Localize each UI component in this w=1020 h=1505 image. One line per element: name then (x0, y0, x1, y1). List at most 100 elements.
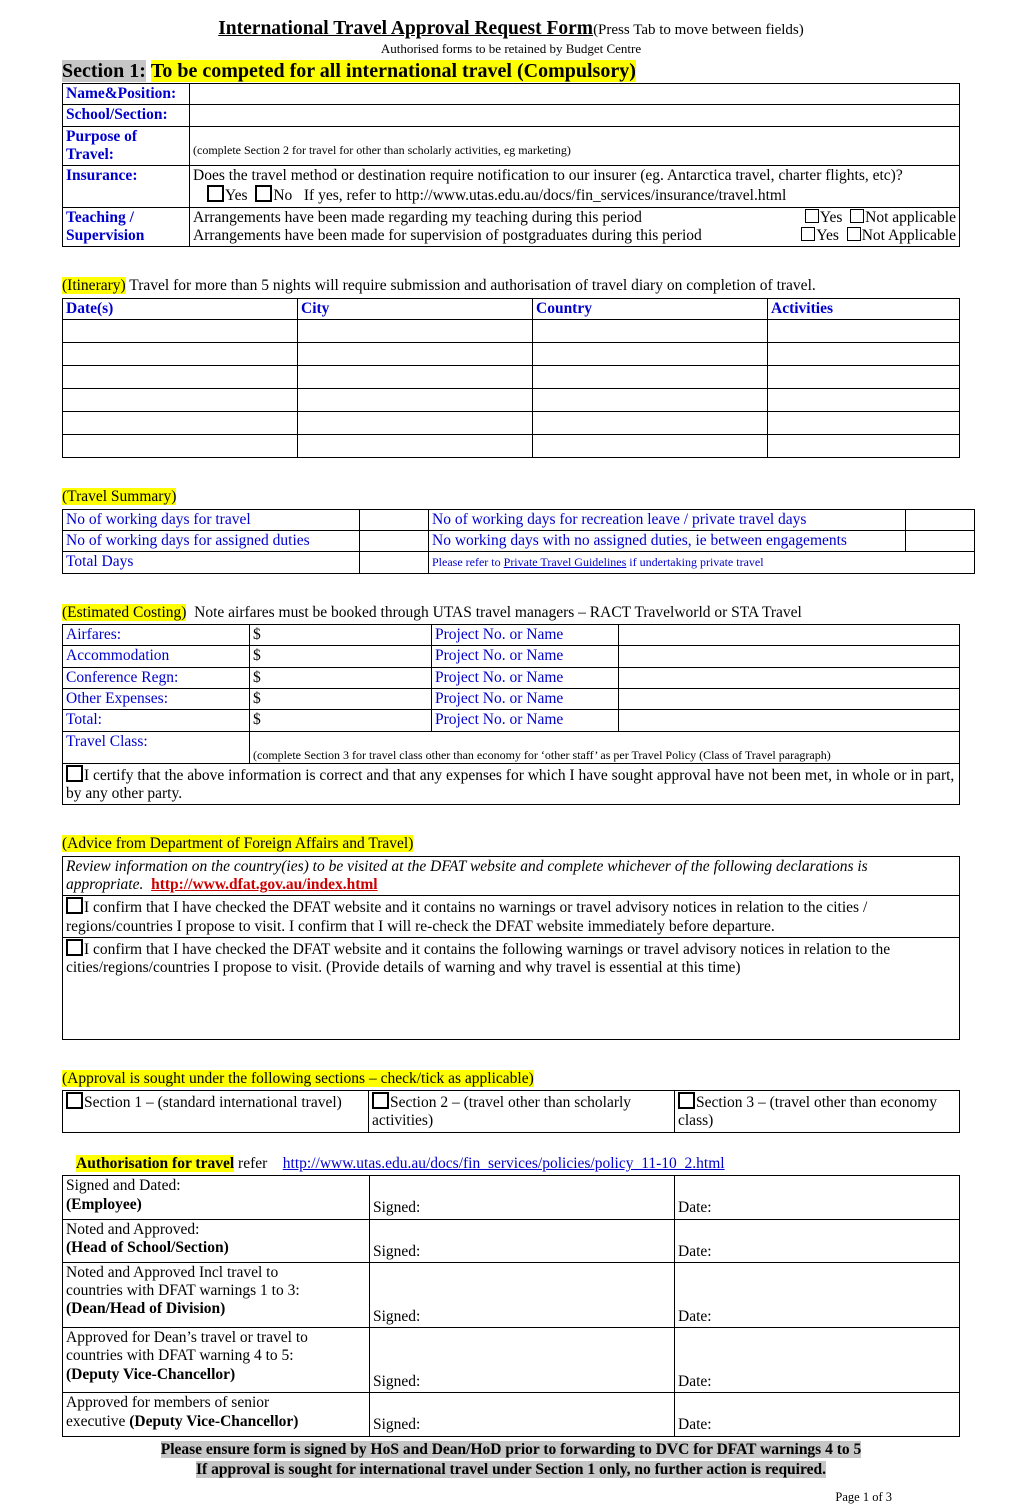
itinerary-cell-activities[interactable] (767, 319, 960, 344)
school-section-field[interactable] (189, 104, 960, 127)
dfat-lead: (Advice from Department of Foreign Affai… (62, 835, 960, 854)
itinerary-cell-country[interactable] (532, 434, 768, 459)
cost-label-other-expenses: Other Expenses: (62, 688, 250, 711)
summary-value-total-days[interactable] (359, 551, 429, 574)
itinerary-cell-country[interactable] (532, 411, 768, 436)
table-row (62, 388, 960, 413)
date-field-dvc-senior-exec[interactable]: Date: (674, 1392, 960, 1437)
itinerary-cell-activities[interactable] (767, 342, 960, 367)
cost-amount-conference-regn[interactable]: $ (249, 666, 432, 690)
cost-amount-accommodation[interactable]: $ (249, 645, 432, 668)
date-field-employee[interactable]: Date: (674, 1175, 960, 1220)
itinerary-cell-date[interactable] (62, 342, 298, 367)
dfat-declaration-2-checkbox[interactable] (66, 939, 83, 957)
itinerary-cell-date[interactable] (62, 319, 298, 344)
cost-project-value-accommodation[interactable] (618, 645, 960, 668)
cost-project-value-other-expenses[interactable] (618, 688, 960, 711)
itinerary-cell-city[interactable] (297, 365, 533, 390)
approval-option-section2[interactable]: Section 2 – (travel other than scholarly… (368, 1090, 675, 1133)
travel-class-input-area[interactable] (253, 733, 956, 748)
supervision-arrangement-row: Arrangements have been made for supervis… (193, 226, 956, 245)
itinerary-cell-country[interactable] (532, 388, 768, 413)
dfat-declaration-2-detail-field[interactable] (66, 978, 956, 1038)
signature-field-dean[interactable]: Signed: (369, 1261, 675, 1329)
itinerary-cell-activities[interactable] (767, 388, 960, 413)
approval-option-section3[interactable]: Section 3 – (travel other than economy c… (674, 1090, 960, 1133)
date-field-dean[interactable]: Date: (674, 1261, 960, 1329)
name-position-field[interactable] (189, 83, 960, 106)
summary-value-assigned-duties[interactable] (359, 530, 429, 553)
insurance-question: Does the travel method or destination re… (193, 167, 903, 185)
purpose-field[interactable]: (complete Section 2 for travel for other… (189, 125, 960, 167)
table-row-teaching-supervision: Teaching / Supervision Arrangements have… (62, 206, 960, 248)
certification-checkbox[interactable] (66, 764, 83, 782)
cost-project-value-total[interactable] (618, 709, 960, 732)
approval-section1-label: Section 1 – (standard international trav… (84, 1094, 342, 1112)
itinerary-cell-country[interactable] (532, 365, 768, 390)
itinerary-cell-date[interactable] (62, 365, 298, 390)
summary-value-travel-days[interactable] (359, 508, 429, 532)
summary-label-no-assigned-duties-text: No working days with no assigned duties,… (432, 532, 847, 550)
summary-note-suffix: if undertaking private travel (626, 555, 764, 570)
itinerary-cell-city[interactable] (297, 342, 533, 367)
itinerary-cell-activities[interactable] (767, 434, 960, 459)
itinerary-cell-country[interactable] (532, 319, 768, 344)
supervision-na-checkbox[interactable] (846, 226, 861, 241)
signature-role-employee: Signed and Dated: (Employee) (62, 1175, 370, 1220)
approval-section2-checkbox[interactable] (372, 1092, 389, 1110)
table-row-total: Total Days Please refer to Private Trave… (62, 551, 975, 574)
cost-amount-airfares[interactable]: $ (249, 624, 432, 647)
itinerary-cell-city[interactable] (297, 388, 533, 413)
itinerary-cell-city[interactable] (297, 319, 533, 344)
dfat-website-link[interactable]: http://www.dfat.gov.au/index.html (151, 876, 378, 893)
summary-label-travel-days: No of working days for travel (62, 508, 360, 532)
table-row-employee: Signed and Dated: (Employee) Signed: Dat… (62, 1175, 960, 1220)
cost-project-label-conference-regn: Project No. or Name (431, 666, 619, 690)
cost-project-value-airfares[interactable] (618, 624, 960, 647)
summary-value-no-assigned-duties[interactable] (905, 530, 975, 553)
date-field-dvc-dfat[interactable]: Date: (674, 1327, 960, 1394)
table-row-dfat-declaration-2: I confirm that I have checked the DFAT w… (62, 937, 960, 1040)
itinerary-cell-activities[interactable] (767, 411, 960, 436)
cost-project-value-conference-regn[interactable] (618, 666, 960, 690)
insurance-yes-checkbox[interactable] (207, 185, 224, 203)
signature-field-dvc-senior-exec[interactable]: Signed: (369, 1392, 675, 1437)
itinerary-cell-date[interactable] (62, 434, 298, 459)
approval-section3-checkbox[interactable] (678, 1092, 695, 1110)
cost-amount-total[interactable]: $ (249, 709, 432, 732)
itinerary-cell-city[interactable] (297, 411, 533, 436)
cost-amount-other-expenses[interactable]: $ (249, 688, 432, 711)
teaching-na-checkbox[interactable] (850, 208, 865, 223)
insurance-no-label: No (273, 187, 293, 205)
page-title-main: International Travel Approval Request Fo… (218, 18, 594, 39)
signature-role-senior-exec-bold: (Deputy Vice-Chancellor) (129, 1412, 299, 1430)
summary-label-recreation-days: No of working days for recreation leave … (428, 508, 906, 532)
itinerary-cell-date[interactable] (62, 411, 298, 436)
certification-text: I certify that the above information is … (66, 766, 955, 803)
signature-role-senior-exec-line1: Approved for members of senior (66, 1394, 270, 1412)
itinerary-cell-activities[interactable] (767, 365, 960, 390)
travel-policy-link[interactable]: http://www.utas.edu.au/docs/fin_services… (283, 1155, 725, 1172)
private-travel-guidelines-link[interactable]: Private Travel Guidelines (504, 555, 627, 569)
itinerary-cell-city[interactable] (297, 434, 533, 459)
signature-role-senior-exec-prefix: executive (66, 1412, 130, 1430)
travel-summary-tag: (Travel Summary) (62, 488, 177, 506)
signature-field-head-of-school[interactable]: Signed: (369, 1218, 675, 1263)
summary-value-recreation-days[interactable] (905, 508, 975, 532)
signature-field-dvc-dfat[interactable]: Signed: (369, 1327, 675, 1394)
signature-field-employee[interactable]: Signed: (369, 1175, 675, 1220)
itinerary-col-country: Country (532, 297, 768, 321)
supervision-yes-checkbox[interactable] (801, 226, 816, 241)
insurance-no-checkbox[interactable] (255, 185, 273, 203)
cost-label-total: Total: (62, 709, 250, 732)
travel-class-cell[interactable]: (complete Section 3 for travel class oth… (249, 730, 960, 764)
itinerary-header-row: Date(s) City Country Activities (62, 297, 960, 321)
approval-section1-checkbox[interactable] (66, 1092, 83, 1110)
date-field-head-of-school[interactable]: Date: (674, 1218, 960, 1263)
approval-option-section1[interactable]: Section 1 – (standard international trav… (62, 1090, 369, 1133)
date-label-senior-exec: Date: (678, 1416, 712, 1434)
itinerary-cell-country[interactable] (532, 342, 768, 367)
dfat-declaration-1-checkbox[interactable] (66, 897, 83, 915)
itinerary-cell-date[interactable] (62, 388, 298, 413)
teaching-yes-checkbox[interactable] (804, 208, 819, 223)
